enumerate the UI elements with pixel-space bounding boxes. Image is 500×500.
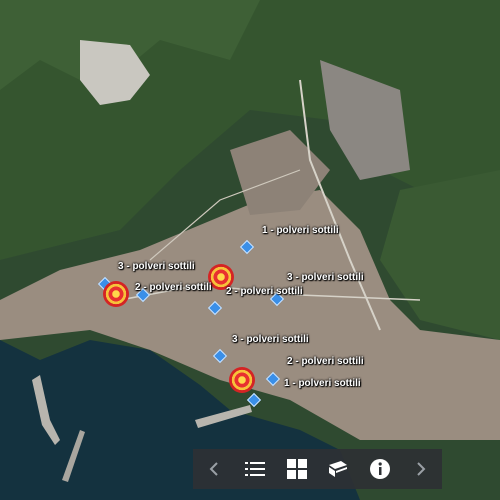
legend-list-icon[interactable] xyxy=(235,449,277,489)
prev-arrow-icon[interactable] xyxy=(193,449,235,489)
station-label: 3 - polveri sottili xyxy=(232,334,309,345)
basemap-icon[interactable] xyxy=(318,449,360,489)
grid-layers-icon[interactable] xyxy=(276,449,318,489)
station-label: 1 - polveri sottili xyxy=(262,225,339,236)
station-label: 3 - polveri sottili xyxy=(287,272,364,283)
station-label: 2 - polveri sottili xyxy=(135,282,212,293)
info-icon[interactable] xyxy=(359,449,401,489)
station-label: 3 - polveri sottili xyxy=(118,261,195,272)
pollution-target-marker-3[interactable] xyxy=(229,367,255,393)
pollution-target-marker-1[interactable] xyxy=(103,281,129,307)
map-toolbar xyxy=(193,449,442,489)
station-label: 2 - polveri sottili xyxy=(287,356,364,367)
station-label: 1 - polveri sottili xyxy=(284,378,361,389)
station-label: 2 - polveri sottili xyxy=(226,286,303,297)
next-arrow-icon[interactable] xyxy=(401,449,443,489)
